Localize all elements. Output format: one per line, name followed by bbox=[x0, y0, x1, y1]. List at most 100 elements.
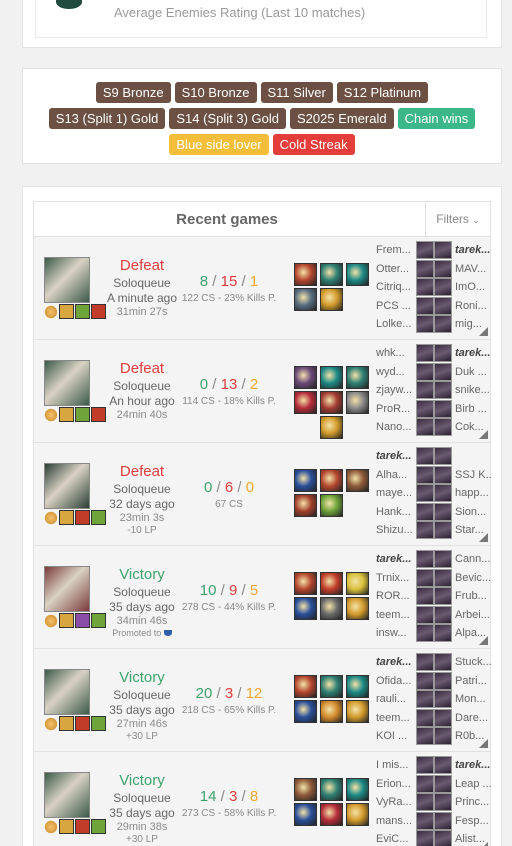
player-entry[interactable]: SSJ K... bbox=[434, 465, 492, 485]
game-row[interactable]: Defeat Soloqueue A minute ago 31min 27s 8 / … bbox=[33, 237, 491, 340]
player-name[interactable]: snike... bbox=[455, 384, 491, 396]
expand-corner-icon[interactable] bbox=[479, 327, 488, 336]
player-entry[interactable]: tarek... bbox=[434, 344, 492, 363]
item-icon[interactable] bbox=[294, 778, 317, 801]
player-entry[interactable]: I mis... bbox=[376, 756, 434, 775]
player-name[interactable]: Fesp... bbox=[455, 815, 491, 827]
player-name[interactable]: Lolke... bbox=[376, 318, 412, 330]
player-entry[interactable]: Stuck... bbox=[434, 653, 492, 672]
player-name[interactable]: wyd... bbox=[376, 366, 412, 378]
player-name[interactable]: Sion... bbox=[455, 506, 491, 518]
filters-dropdown[interactable]: Filters ⌄ bbox=[425, 202, 490, 236]
player-entry[interactable]: snike... bbox=[434, 381, 492, 400]
player-entry[interactable]: wyd... bbox=[376, 362, 434, 382]
item-icon[interactable] bbox=[294, 263, 317, 286]
player-name[interactable]: happ... bbox=[455, 487, 491, 499]
player-entry[interactable]: ProR... bbox=[376, 399, 434, 419]
player-name[interactable]: Shizu... bbox=[376, 524, 412, 536]
player-entry[interactable]: Dare... bbox=[434, 708, 492, 728]
player-entry[interactable]: Trnix... bbox=[376, 568, 434, 588]
item-icon[interactable] bbox=[320, 288, 343, 311]
player-entry[interactable]: Princ... bbox=[434, 793, 492, 812]
player-entry[interactable]: ROR... bbox=[376, 587, 434, 606]
player-name[interactable]: PCS ... bbox=[376, 300, 412, 312]
item-icon[interactable] bbox=[294, 494, 317, 517]
player-entry[interactable]: Patri... bbox=[434, 671, 492, 691]
game-row[interactable]: Defeat Soloqueue An hour ago 24min 40s 0 / 1… bbox=[33, 340, 491, 443]
player-entry[interactable]: tarek... bbox=[376, 550, 434, 569]
expand-corner-icon[interactable] bbox=[479, 636, 488, 645]
player-name[interactable]: Dare... bbox=[455, 712, 491, 724]
item-icon[interactable] bbox=[346, 597, 369, 620]
player-entry[interactable]: EviC... bbox=[376, 830, 434, 846]
player-entry[interactable]: Alha... bbox=[376, 465, 434, 485]
item-icon[interactable] bbox=[294, 366, 317, 389]
game-row[interactable]: Victory Soloqueue 35 days ago 27min 46s +30 … bbox=[33, 649, 491, 752]
player-name[interactable]: Otter... bbox=[376, 263, 412, 275]
player-name[interactable]: I mis... bbox=[376, 759, 412, 771]
player-name[interactable]: Hank... bbox=[376, 506, 412, 518]
player-name[interactable]: tarek... bbox=[455, 244, 491, 256]
player-name[interactable]: Frub... bbox=[455, 590, 491, 602]
expand-corner-icon[interactable] bbox=[479, 430, 488, 439]
player-entry[interactable]: mans... bbox=[376, 811, 434, 831]
player-entry[interactable]: tarek... bbox=[376, 447, 434, 466]
item-icon[interactable] bbox=[320, 675, 343, 698]
player-name[interactable]: Roni... bbox=[455, 300, 491, 312]
player-entry[interactable]: Leap ... bbox=[434, 774, 492, 794]
item-icon[interactable] bbox=[294, 597, 317, 620]
item-icon[interactable] bbox=[294, 675, 317, 698]
player-name[interactable]: ImO... bbox=[455, 281, 491, 293]
game-row[interactable]: Victory Soloqueue 35 days ago 34min 46s Prom… bbox=[33, 546, 491, 649]
expand-corner-icon[interactable] bbox=[479, 842, 488, 846]
champion-portrait[interactable] bbox=[44, 257, 90, 303]
player-entry[interactable]: Birb ... bbox=[434, 399, 492, 419]
player-name[interactable]: Birb ... bbox=[455, 403, 491, 415]
player-name[interactable]: Leap ... bbox=[455, 778, 491, 790]
item-icon[interactable] bbox=[294, 288, 317, 311]
item-icon[interactable] bbox=[346, 263, 369, 286]
player-entry[interactable]: Hank... bbox=[376, 502, 434, 522]
player-name[interactable]: whk... bbox=[376, 347, 412, 359]
player-entry[interactable]: maye... bbox=[376, 484, 434, 503]
player-entry[interactable]: PCS ... bbox=[376, 296, 434, 316]
player-entry[interactable]: tarek... bbox=[376, 653, 434, 672]
player-entry[interactable]: VyRa... bbox=[376, 793, 434, 812]
item-icon[interactable] bbox=[320, 391, 343, 414]
player-name[interactable]: maye... bbox=[376, 487, 412, 499]
player-entry[interactable]: Ofida... bbox=[376, 671, 434, 691]
player-name[interactable]: ROR... bbox=[376, 590, 412, 602]
player-name[interactable]: teem... bbox=[376, 712, 412, 724]
player-name[interactable]: ProR... bbox=[376, 403, 412, 415]
player-name[interactable]: zjayw... bbox=[376, 384, 412, 396]
player-entry[interactable]: Shizu... bbox=[376, 521, 434, 540]
player-name[interactable]: SSJ K... bbox=[455, 469, 491, 481]
player-entry[interactable]: teem... bbox=[376, 605, 434, 625]
item-icon[interactable] bbox=[294, 700, 317, 723]
player-entry[interactable]: Mon... bbox=[434, 690, 492, 709]
item-icon[interactable] bbox=[294, 391, 317, 414]
item-icon[interactable] bbox=[320, 700, 343, 723]
item-icon[interactable] bbox=[320, 366, 343, 389]
player-name[interactable]: MAV... bbox=[455, 263, 491, 275]
player-entry[interactable]: Citriq... bbox=[376, 278, 434, 297]
champion-portrait[interactable] bbox=[44, 772, 90, 818]
item-icon[interactable] bbox=[294, 469, 317, 492]
player-name[interactable]: EviC... bbox=[376, 833, 412, 845]
player-entry[interactable]: Frub... bbox=[434, 587, 492, 606]
item-icon[interactable] bbox=[346, 469, 369, 492]
player-name[interactable]: Cann... bbox=[455, 553, 491, 565]
player-entry[interactable]: Sion... bbox=[434, 502, 492, 522]
item-icon[interactable] bbox=[320, 597, 343, 620]
player-entry[interactable]: Erion... bbox=[376, 774, 434, 794]
item-icon[interactable] bbox=[320, 416, 343, 439]
champion-portrait[interactable] bbox=[44, 463, 90, 509]
player-name[interactable]: Trnix... bbox=[376, 572, 412, 584]
player-name[interactable]: tarek... bbox=[455, 347, 491, 359]
player-name[interactable]: Erion... bbox=[376, 778, 412, 790]
item-icon[interactable] bbox=[320, 778, 343, 801]
player-name[interactable]: mans... bbox=[376, 815, 412, 827]
player-name[interactable]: teem... bbox=[376, 609, 412, 621]
player-name[interactable]: Bevic... bbox=[455, 572, 491, 584]
champion-portrait[interactable] bbox=[44, 669, 90, 715]
